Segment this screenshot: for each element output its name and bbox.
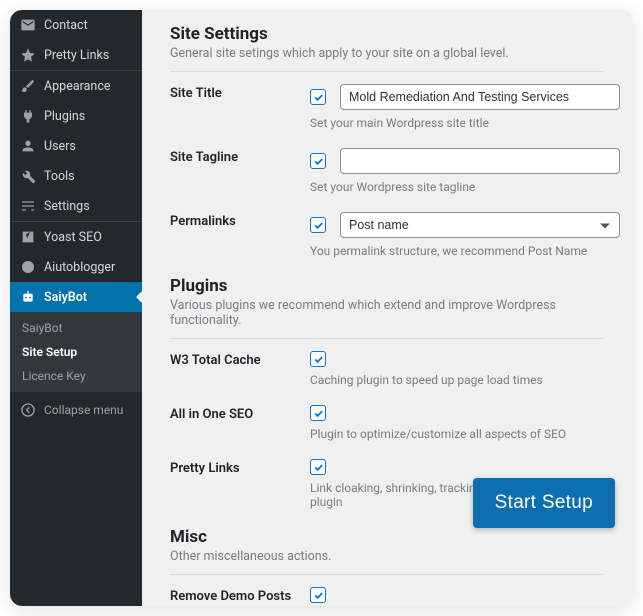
sidebar-item-aiutoblogger[interactable]: Aiutoblogger bbox=[10, 252, 142, 282]
sidebar-item-label: Yoast SEO bbox=[44, 230, 102, 245]
permalinks-label: Permalinks bbox=[170, 212, 310, 258]
row-w3-total-cache: W3 Total Cache Caching plugin to speed u… bbox=[170, 351, 603, 387]
pl-checkbox[interactable] bbox=[310, 459, 326, 475]
sidebar-item-label: SaiyBot bbox=[44, 290, 87, 305]
misc-subtitle: Other miscellaneous actions. bbox=[170, 549, 603, 564]
sidebar-item-plugins[interactable]: Plugins bbox=[10, 101, 142, 131]
admin-sidebar: Contact Pretty Links Appearance Plugins bbox=[10, 10, 142, 606]
sidebar-item-label: Contact bbox=[44, 18, 88, 33]
site-title-checkbox[interactable] bbox=[310, 89, 326, 105]
site-title-label: Site Title bbox=[170, 84, 310, 130]
sidebar-submenu: SaiyBot Site Setup Licence Key bbox=[10, 312, 142, 392]
plugins-title: Plugins bbox=[170, 276, 603, 296]
sidebar-item-yoast-seo[interactable]: Yoast SEO bbox=[10, 222, 142, 252]
sliders-icon bbox=[20, 198, 36, 214]
wrench-icon bbox=[20, 168, 36, 184]
permalinks-checkbox[interactable] bbox=[310, 217, 326, 233]
permalinks-help: You permalink structure, we recommend Po… bbox=[310, 244, 620, 258]
plug-icon bbox=[20, 108, 36, 124]
sidebar-item-label: Plugins bbox=[44, 109, 85, 124]
brush-icon bbox=[20, 78, 36, 94]
collapse-menu-label: Collapse menu bbox=[44, 403, 123, 417]
demo-checkbox[interactable] bbox=[310, 587, 326, 603]
collapse-icon bbox=[20, 402, 36, 418]
sidebar-item-appearance[interactable]: Appearance bbox=[10, 71, 142, 101]
app-frame: Contact Pretty Links Appearance Plugins bbox=[10, 10, 633, 606]
bot-icon bbox=[20, 289, 36, 305]
site-title-help: Set your main Wordpress site title bbox=[310, 116, 620, 130]
sidebar-item-label: Appearance bbox=[44, 79, 111, 94]
aio-checkbox[interactable] bbox=[310, 405, 326, 421]
aio-help: Plugin to optimize/customize all aspects… bbox=[310, 427, 603, 441]
plugins-subtitle: Various plugins we recommend which exten… bbox=[170, 298, 603, 328]
sidebar-item-label: Tools bbox=[44, 169, 75, 184]
sidebar-item-label: Aiutoblogger bbox=[44, 260, 115, 275]
collapse-menu-button[interactable]: Collapse menu bbox=[10, 394, 142, 426]
site-tagline-label: Site Tagline bbox=[170, 148, 310, 194]
row-site-tagline: Site Tagline Set your Wordpress site tag… bbox=[170, 148, 603, 194]
sidebar-item-tools[interactable]: Tools bbox=[10, 161, 142, 191]
sidebar-item-pretty-links[interactable]: Pretty Links bbox=[10, 40, 142, 70]
w3-label: W3 Total Cache bbox=[170, 351, 310, 387]
pl-label: Pretty Links bbox=[170, 459, 310, 509]
misc-title: Misc bbox=[170, 527, 603, 547]
row-site-title: Site Title Set your main Wordpress site … bbox=[170, 84, 603, 130]
yoast-icon bbox=[20, 229, 36, 245]
submenu-item-licence-key[interactable]: Licence Key bbox=[10, 364, 142, 388]
sidebar-item-users[interactable]: Users bbox=[10, 131, 142, 161]
divider bbox=[170, 71, 603, 72]
ai-icon bbox=[20, 259, 36, 275]
submenu-item-saiybot[interactable]: SaiyBot bbox=[10, 316, 142, 340]
row-permalinks: Permalinks Post name You permalink struc… bbox=[170, 212, 603, 258]
site-tagline-help: Set your Wordpress site tagline bbox=[310, 180, 620, 194]
demo-label: Remove Demo Posts bbox=[170, 587, 310, 606]
submenu-item-site-setup[interactable]: Site Setup bbox=[10, 340, 142, 364]
mail-icon bbox=[20, 17, 36, 33]
start-setup-button[interactable]: Start Setup bbox=[473, 478, 615, 528]
sidebar-item-label: Pretty Links bbox=[44, 48, 109, 63]
permalinks-select[interactable]: Post name bbox=[340, 212, 620, 238]
w3-help: Caching plugin to speed up page load tim… bbox=[310, 373, 603, 387]
w3-checkbox[interactable] bbox=[310, 351, 326, 367]
site-tagline-checkbox[interactable] bbox=[310, 153, 326, 169]
site-settings-subtitle: General site setings which apply to your… bbox=[170, 46, 603, 61]
aio-label: All in One SEO bbox=[170, 405, 310, 441]
sidebar-item-settings[interactable]: Settings bbox=[10, 191, 142, 221]
row-all-in-one-seo: All in One SEO Plugin to optimize/custom… bbox=[170, 405, 603, 441]
star-icon bbox=[20, 47, 36, 63]
row-remove-demo-posts: Remove Demo Posts This will remove the '… bbox=[170, 587, 603, 606]
site-title-input[interactable] bbox=[340, 84, 620, 110]
sidebar-item-label: Settings bbox=[44, 199, 90, 214]
sidebar-item-label: Users bbox=[44, 139, 76, 154]
divider bbox=[170, 574, 603, 575]
site-tagline-input[interactable] bbox=[340, 148, 620, 174]
divider bbox=[170, 338, 603, 339]
user-icon bbox=[20, 138, 36, 154]
site-settings-title: Site Settings bbox=[170, 24, 603, 44]
sidebar-item-contact[interactable]: Contact bbox=[10, 10, 142, 40]
sidebar-item-saiybot[interactable]: SaiyBot bbox=[10, 282, 142, 312]
